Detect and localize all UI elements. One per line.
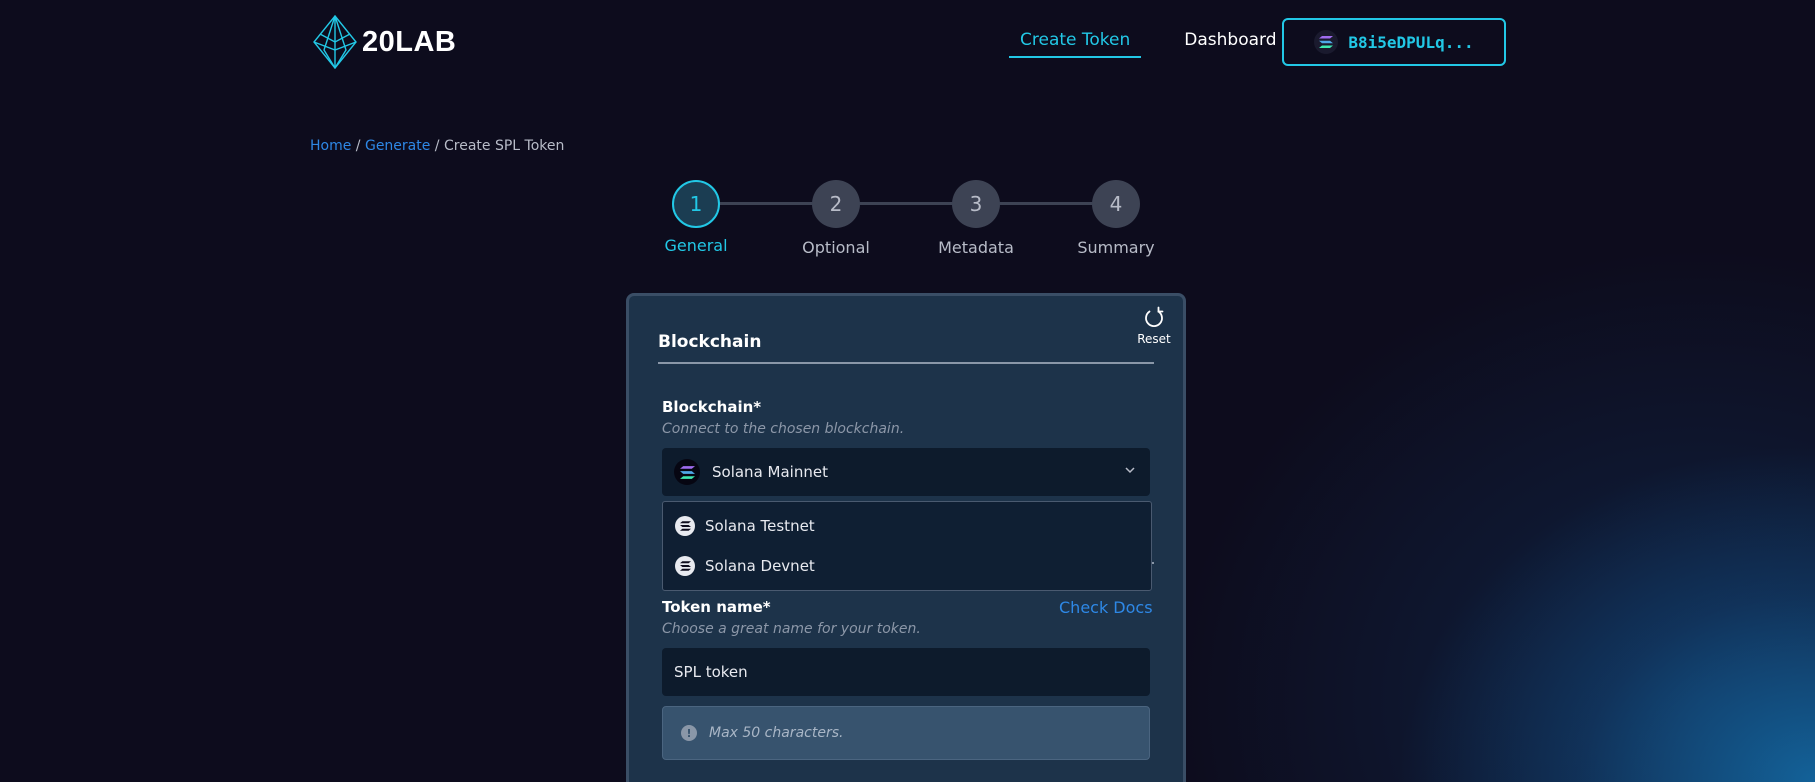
step-2-circle[interactable]: 2	[812, 180, 860, 228]
dropdown-option-label: Solana Devnet	[705, 557, 815, 575]
logo[interactable]: 20LAB	[312, 14, 456, 70]
breadcrumb-current: Create SPL Token	[443, 138, 565, 154]
token-name-info: ! Max 50 characters.	[662, 706, 1150, 760]
token-name-input[interactable]	[662, 648, 1150, 696]
nav-create-token[interactable]: Create Token	[1009, 28, 1142, 58]
blockchain-dropdown: Solana Testnet Solana Devnet	[662, 501, 1152, 591]
blockchain-selected-value: Solana Mainnet	[712, 463, 828, 481]
step-2-label: Optional	[802, 238, 870, 257]
reset-label: Reset	[1137, 332, 1171, 346]
step-1-circle[interactable]: 1	[672, 180, 720, 228]
solana-icon	[1314, 30, 1339, 54]
info-icon: !	[681, 725, 697, 741]
section-divider	[658, 362, 1154, 364]
token-name-info-text: Max 50 characters.	[709, 725, 844, 741]
stepper: 1 2 3 4 General Optional Metadata Summar…	[660, 180, 1160, 260]
solana-icon	[675, 516, 695, 536]
solana-icon	[675, 556, 695, 576]
step-4-circle[interactable]: 4	[1092, 180, 1140, 228]
dropdown-option-label: Solana Testnet	[705, 517, 815, 535]
breadcrumb: Home / Generate / Create SPL Token	[310, 138, 564, 154]
dropdown-option-solana-devnet[interactable]: Solana Devnet	[675, 551, 815, 581]
check-docs-link[interactable]: Check Docs	[1059, 598, 1153, 617]
solana-icon	[674, 459, 700, 485]
section-title: Blockchain	[658, 332, 762, 352]
wallet-button[interactable]: B8i5eDPULq...	[1282, 18, 1506, 66]
reset-icon	[1145, 306, 1164, 328]
reset-button[interactable]: Reset	[1124, 306, 1184, 346]
logo-text: 20LAB	[362, 25, 457, 58]
wallet-address: B8i5eDPULq...	[1348, 32, 1474, 52]
breadcrumb-separator: /	[351, 138, 365, 154]
stepper-line	[700, 202, 1106, 205]
chevron-down-icon	[1125, 467, 1135, 474]
main-nav: Create Token Dashboard	[1009, 28, 1288, 58]
header: 20LAB Create Token Dashboard B8i5eDPULq.…	[0, 0, 1815, 84]
step-4-label: Summary	[1077, 238, 1155, 257]
blockchain-label: Blockchain*	[662, 398, 762, 416]
breadcrumb-generate[interactable]: Generate	[365, 138, 430, 154]
breadcrumb-separator: /	[430, 138, 444, 154]
token-name-help: Choose a great name for your token.	[662, 621, 921, 637]
token-name-label: Token name*	[662, 598, 771, 616]
diamond-logo-icon	[313, 14, 357, 70]
nav-dashboard[interactable]: Dashboard	[1173, 28, 1287, 58]
step-3-circle[interactable]: 3	[952, 180, 1000, 228]
dropdown-option-solana-testnet[interactable]: Solana Testnet	[675, 511, 815, 541]
blockchain-help: Connect to the chosen blockchain.	[662, 421, 905, 437]
step-1-label: General	[664, 236, 728, 255]
section-divider-peek	[1152, 562, 1154, 564]
step-3-label: Metadata	[938, 238, 1014, 257]
blockchain-select[interactable]: Solana Mainnet	[662, 448, 1150, 496]
breadcrumb-home[interactable]: Home	[310, 138, 351, 154]
